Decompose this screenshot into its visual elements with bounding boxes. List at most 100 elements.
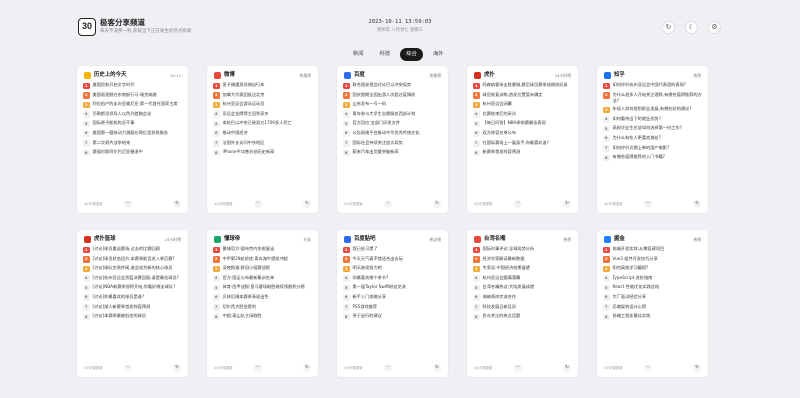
item-title[interactable]: 高校毕业生应该如何选择第一份工作? <box>613 125 705 131</box>
list-item[interactable]: 8 iPhone平均售价创历史新高 <box>213 149 315 157</box>
item-title[interactable]: Vue3 组件开发技巧分享 <box>613 256 705 262</box>
item-title[interactable]: 赛福尔斯阿尔巴尼亚撤退中 <box>93 149 185 155</box>
card-refresh-button[interactable]: ↻ <box>303 200 311 208</box>
item-title[interactable]: 新手入门攻略分享 <box>353 294 445 300</box>
list-item[interactable]: 4 亚运会金牌得主回到家乡 <box>213 111 314 118</box>
list-item[interactable]: 4 青年参与大学生志愿服务西部计划 <box>343 111 444 118</box>
item-title[interactable]: 推动中国经济 <box>223 130 315 136</box>
item-title[interactable]: 前端开发实践:从零搭建项目 <box>613 246 705 252</box>
refresh-all-button[interactable]: ↻ <box>662 21 675 34</box>
list-item[interactable]: 6 美国第一艘核动力潜艇在两位里发射服务 <box>83 130 184 137</box>
card-refresh-button[interactable]: ↻ <box>173 200 181 208</box>
more-button[interactable]: ··· <box>514 364 522 372</box>
list-item[interactable]: 8 中超:泰山队主场取胜 <box>213 313 314 321</box>
item-title[interactable]: React 性能优化实践总结 <box>613 284 705 290</box>
item-title[interactable]: 有哪些值得推荐的入门书籍? <box>613 154 705 160</box>
item-title[interactable]: [讨论]你最喜欢的球员是谁? <box>93 294 185 300</box>
item-title[interactable]: TypeScript 进阶指南 <box>613 275 705 281</box>
item-title[interactable]: 国际原子能机构总干事 <box>93 120 185 126</box>
list-item[interactable]: 1 曼城官方:德布劳内伤愈复出 <box>213 246 314 253</box>
list-item[interactable]: 6 公告网络平台推动中华优秀传统文化 <box>343 130 444 137</box>
item-title[interactable]: 大厂面试经验分享 <box>613 294 705 300</box>
item-title[interactable]: 比赛结束后的采访 <box>483 111 575 117</box>
item-title[interactable]: 美国驱逐舰在东南航行马·瑞克纳路 <box>93 92 185 98</box>
list-item[interactable]: 1 阿森纳客场击败曼城,赛后球员赛季成绩创纪录 <box>473 82 574 89</box>
more-button[interactable]: ··· <box>124 364 132 372</box>
list-item[interactable]: 3 年轻人如何规划职业发展,有哪些好的建议? <box>603 106 705 114</box>
list-item[interactable]: 3 [讨论]球队交易传闻,谁会成为新的核心球员 <box>83 265 184 273</box>
list-item[interactable]: 1 我已经习惯了 <box>343 246 444 253</box>
list-item[interactable]: 4 巴勒斯坦领导人以色列首脑会谈 <box>83 111 184 118</box>
item-title[interactable]: 今天天气真不错适合出去玩 <box>353 256 445 262</box>
list-item[interactable]: 5 React 性能优化实践总结 <box>603 284 705 292</box>
list-item[interactable]: 7 切尔西大胜伯恩利 <box>213 304 314 311</box>
more-button[interactable]: ··· <box>254 200 262 208</box>
item-title[interactable]: 明天继续努力吧 <box>353 265 445 271</box>
item-title[interactable]: 前端工程化最佳实践 <box>613 313 705 319</box>
list-item[interactable]: 3 专家谈:中国经济前景展望 <box>473 265 574 273</box>
list-item[interactable]: 6 双方阵容名单公布 <box>473 130 574 137</box>
list-item[interactable]: 6 为什么有些人更喜欢独处? <box>603 135 704 142</box>
list-item[interactable]: 8 前端工程化最佳实践 <box>603 313 705 321</box>
list-item[interactable]: 2 Vue3 组件开发技巧分享 <box>603 256 704 263</box>
item-title[interactable]: 切尔西大胜伯恩利 <box>223 304 315 310</box>
list-item[interactable]: 2 中甲第29轮综述:青岛海牛提前冲超 <box>213 256 314 263</box>
list-item[interactable]: 8 关于出行的建议 <box>343 313 445 321</box>
list-item[interactable]: 8 新赛季首发阵容预测 <box>473 149 574 157</box>
tab-1[interactable]: 科技 <box>374 48 397 61</box>
item-title[interactable]: 公告网络平台推动中华优秀传统文化 <box>353 130 445 136</box>
list-item[interactable]: 5 第一届Taylor Swift粉丝交流 <box>343 284 445 292</box>
more-button[interactable]: ··· <box>384 200 392 208</box>
list-item[interactable]: 5 [讨论]NBA新赛季即将开始,你看好哪支球队? <box>83 284 184 292</box>
item-title[interactable]: 球员恢复训练,首发位置暂未确定 <box>483 92 575 98</box>
list-item[interactable]: 1 国际时事评论:全球局势分析 <box>473 246 574 253</box>
item-title[interactable]: 国际社会持续关注加沙局势 <box>353 140 445 146</box>
list-item[interactable]: 3 阿拉伯产的走向亚美尼亚·第一代首任国家主席 <box>83 101 185 109</box>
list-item[interactable]: 5 官方回应:五部门印发文件 <box>343 120 445 128</box>
item-title[interactable]: 联合国安理会讨论巴以冲突局势 <box>353 82 445 88</box>
item-title[interactable]: 第一届Taylor Swift粉丝交流 <box>353 284 445 290</box>
list-item[interactable]: 7 在国际赛场上一展身手,你最喜欢谁? <box>473 140 574 147</box>
list-item[interactable]: 2 美国驱逐舰在东南航行马·瑞克纳路 <box>83 92 184 99</box>
list-item[interactable]: 5 高校毕业生应该如何选择第一份工作? <box>603 125 705 133</box>
item-title[interactable]: [讨论]本赛季最被低估的球员 <box>93 313 185 319</box>
item-title[interactable]: 体育·西甲战报:皇马客场取胜继续领跑积分榜 <box>223 284 315 290</box>
item-title[interactable]: 如何高效学习编程? <box>613 265 705 271</box>
theme-toggle-button[interactable]: ☾ <box>685 21 698 34</box>
list-item[interactable]: 2 [讨论]球员状态回升,本赛季能否进入季后赛? <box>83 256 184 263</box>
item-title[interactable]: 杭州亚运会圆满落幕 <box>483 275 575 281</box>
list-item[interactable]: 7 第二次鸦片战争结束 <box>83 140 184 147</box>
item-title[interactable]: 杭州亚运会游泳运动员 <box>223 101 315 107</box>
item-title[interactable]: 民众关注的热点话题 <box>483 313 575 319</box>
list-item[interactable]: 4 比赛结束后的采访 <box>473 111 574 118</box>
list-item[interactable]: 8 [讨论]本赛季最被低估的球员 <box>83 313 185 321</box>
item-title[interactable]: 加拿大代表团抵达北京 <box>223 92 315 98</box>
item-title[interactable]: 为什么很多人开始关注理财,有哪些值得推荐的方法? <box>613 92 705 104</box>
item-title[interactable]: [讨论]球员重返赛场,过去的比赛回顾 <box>93 246 185 252</box>
item-title[interactable]: [讨论]球员状态回升,本赛季能否进入季后赛? <box>93 256 185 262</box>
item-title[interactable]: 阿森纳客场击败曼城,赛后球员赛季成绩创纪录 <box>483 82 575 88</box>
item-title[interactable]: 官方回应:五部门印发文件 <box>353 120 445 126</box>
item-title[interactable]: 国际时事评论:全球局势分析 <box>483 246 575 252</box>
item-title[interactable]: 海峡两岸交流合作 <box>483 294 575 300</box>
list-item[interactable]: 6 海峡两岸交流合作 <box>473 294 574 301</box>
card-refresh-button[interactable]: ↻ <box>693 200 701 208</box>
item-title[interactable]: 阿拉伯产的走向亚美尼亚·第一代首任国家主席 <box>93 101 185 107</box>
list-item[interactable]: 2 加拿大代表团抵达北京 <box>213 92 314 99</box>
item-title[interactable]: iPhone平均售价创历史新高 <box>223 149 315 155</box>
list-item[interactable]: 5 【每日问答】NBA季前赛最佳表现 <box>473 120 574 128</box>
list-item[interactable]: 4 如何看待当下的就业形势? <box>603 116 704 123</box>
list-item[interactable]: 6 新手入门攻略分享 <box>343 294 444 301</box>
item-title[interactable]: 美国民航开启文字时代 <box>93 82 185 88</box>
list-item[interactable]: 6 贝林厄姆本赛季表现出色 <box>213 294 314 301</box>
list-item[interactable]: 7 后端架构设计心得 <box>603 304 704 311</box>
item-title[interactable]: 在国际赛场上一展身手,你最喜欢谁? <box>483 140 575 146</box>
tab-3[interactable]: 海外 <box>427 48 450 61</box>
item-title[interactable]: 法国外长访问中东地区 <box>223 140 315 146</box>
item-title[interactable]: 为什么有些人更喜欢独处? <box>613 135 705 141</box>
item-title[interactable]: 关于出行的建议 <box>353 313 445 319</box>
item-title[interactable]: 年轻人如何规划职业发展,有哪些好的建议? <box>613 106 705 112</box>
item-title[interactable]: 经济学家解读最新数据 <box>483 256 575 262</box>
list-item[interactable]: 6 推动中国经济 <box>213 130 314 137</box>
item-title[interactable]: 中甲第29轮综述:青岛海牛提前冲超 <box>223 256 315 262</box>
